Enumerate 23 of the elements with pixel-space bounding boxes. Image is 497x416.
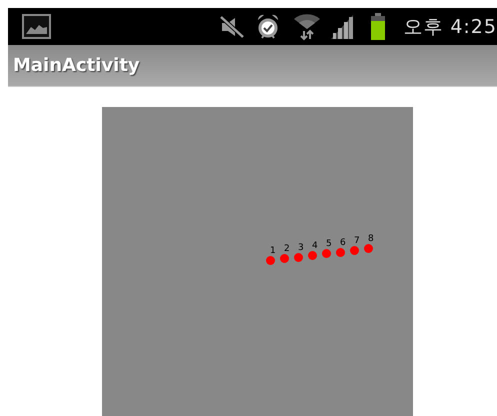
- data-point: [350, 246, 359, 255]
- point-label: 5: [326, 239, 332, 250]
- point-label: 8: [368, 234, 374, 244]
- alarm-clock-icon: [257, 14, 280, 40]
- point-label: 7: [354, 236, 360, 246]
- data-point: [280, 254, 289, 264]
- data-point: [322, 249, 331, 258]
- point-label: 2: [284, 244, 290, 254]
- point-label: 6: [340, 238, 346, 248]
- point-label: 4: [312, 240, 318, 251]
- data-point: [336, 248, 345, 256]
- signal-strength-icon: [331, 14, 354, 38]
- data-point: [364, 244, 373, 254]
- battery-icon: [371, 13, 386, 40]
- wifi-icon: [293, 12, 322, 40]
- data-point: [294, 252, 303, 262]
- point-label: 1: [270, 246, 276, 256]
- status-time: 오후 4:25: [403, 14, 497, 40]
- data-point: [308, 250, 317, 260]
- point-label: 3: [298, 242, 304, 253]
- app-title: MainActivity: [13, 55, 140, 76]
- data-point: [266, 256, 275, 265]
- picture-notification-icon: [22, 14, 51, 39]
